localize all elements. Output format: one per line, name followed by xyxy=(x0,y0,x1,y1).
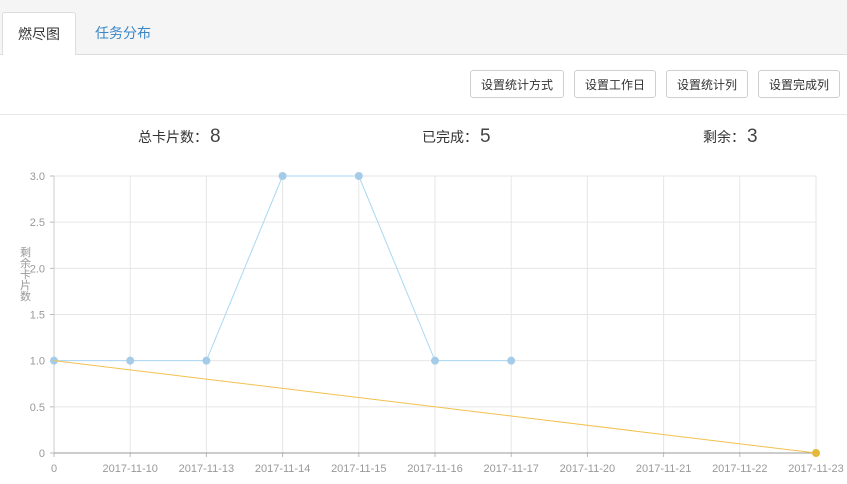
stat-total-value: 8 xyxy=(210,126,221,147)
stat-completed: 已完成： 5 xyxy=(422,126,491,148)
data-point-actual xyxy=(431,356,439,365)
set-statistics-column-button[interactable]: 设置统计列 xyxy=(666,70,748,98)
x-tick-label: 2017-11-21 xyxy=(636,463,691,475)
tab-burndown[interactable]: 燃尽图 xyxy=(2,12,76,56)
stat-remaining-value: 3 xyxy=(747,126,758,147)
stats-summary: 总卡片数： 8 已完成： 5 剩余： 3 xyxy=(0,126,847,156)
set-done-column-button[interactable]: 设置完成列 xyxy=(758,70,840,98)
y-tick-label: 2.5 xyxy=(30,217,45,229)
stat-total-cards: 总卡片数： 8 xyxy=(138,126,221,148)
data-point-actual xyxy=(507,356,516,365)
x-tick-label: 2017-11-13 xyxy=(179,463,234,475)
stat-remaining: 剩余： 3 xyxy=(703,126,758,148)
set-statistics-method-button[interactable]: 设置统计方式 xyxy=(470,70,564,98)
tab-bar: 燃尽图 任务分布 xyxy=(0,0,847,56)
x-tick-label: 2017-11-10 xyxy=(102,463,157,475)
y-tick-label: 0 xyxy=(39,448,45,460)
burndown-chart: 0 0.5 1.0 1.5 2.0 2.5 3.0 0 2017-11-10 2017-11-13… xyxy=(20,171,844,475)
x-tick-label: 2017-11-23 xyxy=(788,463,843,475)
data-point-actual xyxy=(354,172,363,180)
stat-total-label: 总卡片数： xyxy=(138,129,208,145)
data-point-actual xyxy=(126,356,135,365)
y-axis-label: 剩余卡片数 xyxy=(20,246,31,303)
data-point-actual xyxy=(278,172,287,180)
stat-completed-value: 5 xyxy=(480,126,491,147)
data-point-actual xyxy=(202,356,211,365)
chart-axes: 0 0.5 1.0 1.5 2.0 2.5 3.0 0 2017-11-10 2017-11-13… xyxy=(30,171,844,475)
stat-remaining-label: 剩余： xyxy=(703,129,745,145)
set-workdays-button[interactable]: 设置工作日 xyxy=(574,70,656,98)
x-tick-label: 2017-11-20 xyxy=(560,463,615,475)
y-tick-label: 1.5 xyxy=(30,310,45,322)
x-tick-label: 2017-11-22 xyxy=(712,463,767,475)
tab-task-distribution[interactable]: 任务分布 xyxy=(80,12,166,54)
y-tick-label: 0.5 xyxy=(30,402,45,414)
data-point-ideal xyxy=(812,449,820,457)
x-tick-label: 2017-11-17 xyxy=(483,463,538,475)
y-tick-label: 1.0 xyxy=(30,356,45,368)
y-tick-label: 3.0 xyxy=(30,171,45,183)
x-tick-label: 0 xyxy=(51,463,57,475)
toolbar: 设置统计方式 设置工作日 设置统计列 设置完成列 xyxy=(0,55,847,115)
y-tick-label: 2.0 xyxy=(30,263,45,275)
x-tick-label: 2017-11-15 xyxy=(331,463,386,475)
stat-completed-label: 已完成： xyxy=(422,129,478,145)
x-tick-label: 2017-11-14 xyxy=(255,463,310,475)
x-tick-label: 2017-11-16 xyxy=(407,463,462,475)
chart-grid xyxy=(53,175,817,454)
